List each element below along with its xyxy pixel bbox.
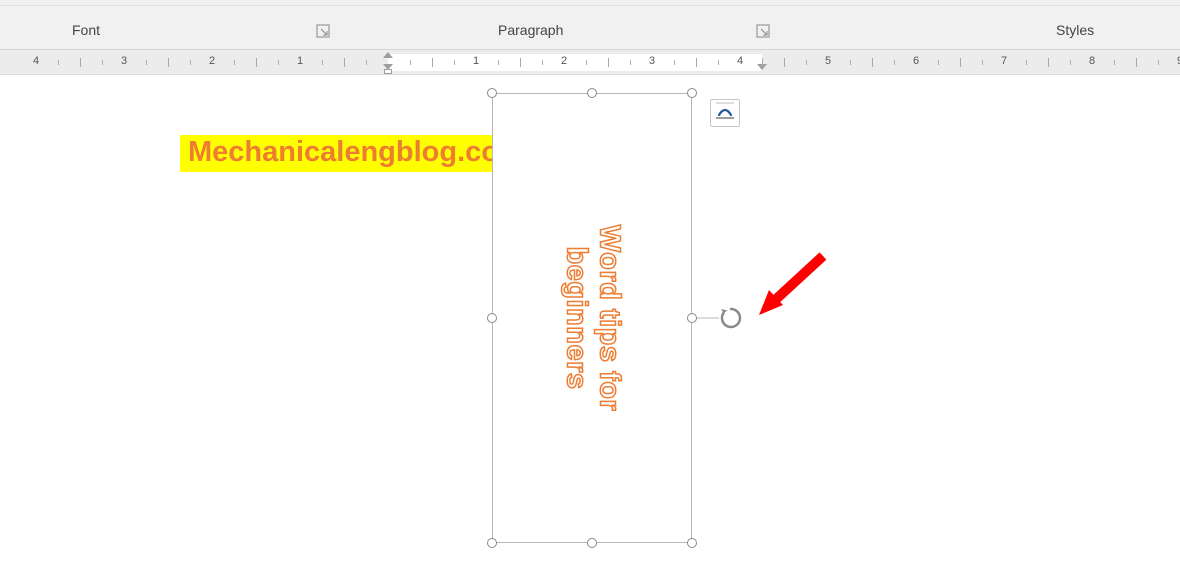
hanging-indent-marker[interactable] bbox=[383, 64, 393, 74]
watermark-text: Mechanicalengblog.com bbox=[180, 135, 533, 172]
group-label-paragraph: Paragraph bbox=[498, 22, 563, 38]
ruler-num: 2 bbox=[209, 55, 215, 67]
first-line-indent-marker[interactable] bbox=[383, 52, 393, 58]
ruler[interactable]: 4 3 2 1 1 2 3 4 bbox=[0, 50, 1180, 75]
resize-handle-tm[interactable] bbox=[587, 88, 597, 98]
textbox[interactable]: Word tips for beginners bbox=[492, 93, 692, 543]
layout-options-icon bbox=[715, 102, 735, 125]
resize-handle-tr[interactable] bbox=[687, 88, 697, 98]
resize-handle-mr[interactable] bbox=[687, 313, 697, 323]
textbox-selection[interactable]: Word tips for beginners bbox=[492, 93, 692, 543]
ruler-num: 8 bbox=[1089, 55, 1095, 67]
group-label-font: Font bbox=[72, 22, 100, 38]
ruler-num: 7 bbox=[1001, 55, 1007, 67]
ruler-num: 1 bbox=[473, 55, 479, 67]
ruler-num: 4 bbox=[33, 55, 39, 67]
ruler-num: 3 bbox=[121, 55, 127, 67]
ruler-num: 6 bbox=[913, 55, 919, 67]
resize-handle-bm[interactable] bbox=[587, 538, 597, 548]
layout-options-button[interactable] bbox=[710, 99, 740, 127]
annotation-arrow bbox=[755, 250, 835, 325]
ruler-num: 3 bbox=[649, 55, 655, 67]
ribbon-group-labels: Font Paragraph Styles bbox=[0, 6, 1180, 50]
ruler-num: 1 bbox=[297, 55, 303, 67]
rotate-icon bbox=[718, 318, 744, 335]
group-label-styles: Styles bbox=[1056, 22, 1094, 38]
rotate-handle[interactable] bbox=[718, 305, 744, 331]
resize-handle-br[interactable] bbox=[687, 538, 697, 548]
ruler-active-region bbox=[388, 54, 762, 71]
document-area[interactable]: Mechanicalengblog.com Word tips for begi… bbox=[0, 75, 1180, 565]
ruler-num: 4 bbox=[737, 55, 743, 67]
ruler-num: 2 bbox=[561, 55, 567, 67]
resize-handle-bl[interactable] bbox=[487, 538, 497, 548]
resize-handle-tl[interactable] bbox=[487, 88, 497, 98]
ruler-num: 5 bbox=[825, 55, 831, 67]
dialog-launcher-icon[interactable] bbox=[756, 24, 770, 38]
dialog-launcher-icon[interactable] bbox=[316, 24, 330, 38]
textbox-text: Word tips for beginners bbox=[559, 225, 626, 411]
resize-handle-ml[interactable] bbox=[487, 313, 497, 323]
